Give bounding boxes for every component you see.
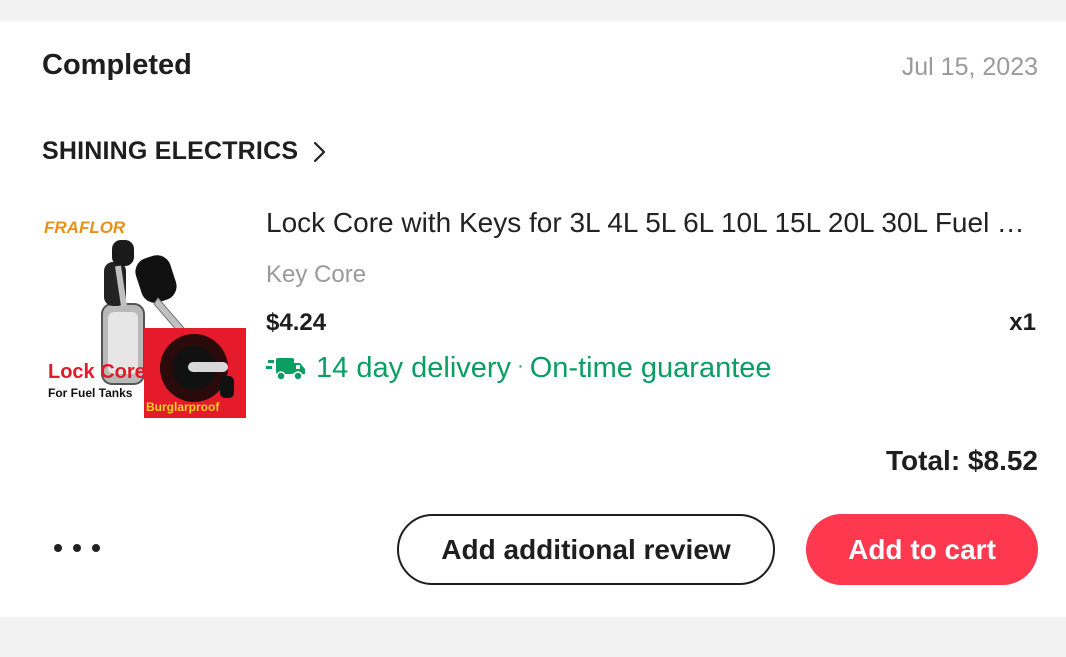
product-image-graphic: FRAFLOR Burglarproof Lock Core For Fuel … [42,212,246,418]
image-line1-text: Lock Core [48,361,146,383]
add-review-button[interactable]: Add additional review [397,514,775,585]
order-card: Completed Jul 15, 2023 SHINING ELECTRICS… [0,21,1066,617]
truck-icon [266,357,305,381]
product-price: $4.24 [266,309,327,336]
order-total: Total: $8.52 [886,445,1038,476]
chevron-right-icon [314,141,326,162]
image-brand-text: FRAFLOR [44,218,126,237]
dot [54,544,62,552]
order-date: Jul 15, 2023 [901,53,1038,81]
delivery-info: 14 day delivery · On-time guarantee [266,352,772,385]
delivery-text: 14 day delivery [316,352,512,384]
store-name: SHINING ELECTRICS [42,137,299,165]
order-status: Completed [42,49,192,81]
product-quantity: x1 [1009,309,1036,336]
more-dots-icon[interactable] [54,533,100,563]
image-badge-text: Burglarproof [146,400,220,414]
product-image[interactable]: FRAFLOR Burglarproof Lock Core For Fuel … [42,212,246,418]
store-link[interactable]: SHINING ELECTRICS [42,137,328,166]
delivery-separator: · [517,355,524,377]
delivery-guarantee: On-time guarantee [529,352,772,384]
product-variant: Key Core [266,261,367,288]
add-to-cart-button[interactable]: Add to cart [806,514,1038,585]
product-title[interactable]: Lock Core with Keys for 3L 4L 5L 6L 10L … [266,207,1036,239]
dot [92,544,100,552]
dot [73,544,81,552]
image-line2-text: For Fuel Tanks [48,386,133,400]
